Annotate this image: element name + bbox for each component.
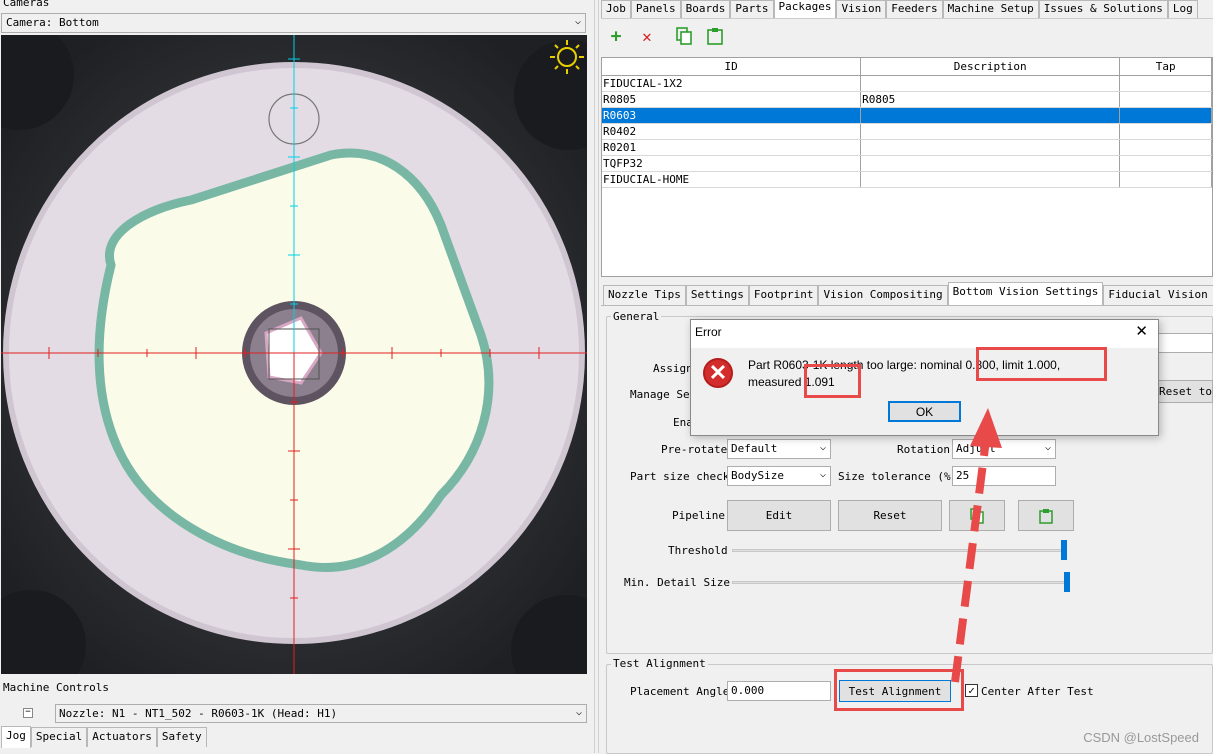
manage-settings-label: Manage Set [630,388,697,401]
nozzle-select-value: Nozzle: N1 - NT1_502 - R0603-1K (Head: H… [59,707,338,720]
test-alignment-title: Test Alignment [611,657,708,670]
tab-jog[interactable]: Jog [1,726,31,748]
tab-safety[interactable]: Safety [156,727,207,747]
reset-to-button[interactable]: Reset to [1155,380,1213,403]
assign-label: Assign [653,362,693,375]
tab-parts[interactable]: Parts [730,0,774,18]
tab-settings[interactable]: Settings [685,285,749,305]
delete-icon[interactable]: ✕ [637,26,657,46]
chevron-down-icon: ⌵ [1044,442,1051,453]
packages-toolbar: + ✕ [601,18,1213,50]
prerotate-label: Pre-rotate [661,443,728,456]
tab-job[interactable]: Job [601,0,631,18]
error-icon: ✕ [703,358,733,388]
tab-special[interactable]: Special [30,727,88,747]
paste-icon [1039,508,1053,524]
cell-description [861,108,1121,123]
chevron-down-icon: ⌵ [575,707,582,718]
pipeline-reset-button[interactable]: Reset [838,500,942,531]
min-detail-size-slider[interactable] [732,581,1067,584]
tab-vision-compositing[interactable]: Vision Compositing [818,285,948,305]
min-detail-size-slider-thumb[interactable] [1064,572,1070,592]
table-row[interactable]: R0402 [602,124,1212,140]
tab-nozzle-tips[interactable]: Nozzle Tips [603,285,686,305]
table-row-selected[interactable]: R0603 [602,108,1212,124]
packages-table: ID Description Tap FIDUCIAL-1X2 R0805 R08… [601,57,1213,277]
table-row[interactable]: FIDUCIAL-HOME [602,172,1212,188]
pipeline-paste-button[interactable] [1018,500,1074,531]
part-size-check-value: BodySize [731,469,784,482]
camera-select-value: Camera: Bottom [6,16,99,29]
placement-angle-field[interactable]: 0.000 [727,681,831,701]
threshold-slider-thumb[interactable] [1060,540,1067,560]
add-icon[interactable]: + [606,26,626,47]
tab-panels[interactable]: Panels [630,0,681,18]
chevron-down-icon: ⌵ [819,469,826,480]
machine-controls-title: Machine Controls [3,681,109,694]
tab-bottom-vision-settings[interactable]: Bottom Vision Settings [947,282,1104,305]
column-header-description[interactable]: Description [861,58,1121,75]
cell-id: FIDUCIAL-HOME [602,172,862,187]
error-dialog: Error ✕ ✕ Part R0603-1K length too large… [690,319,1159,436]
part-size-check-select[interactable]: BodySize ⌵ [727,466,831,486]
cameras-panel-title: Cameras [3,0,50,9]
pipeline-label: Pipeline [672,509,725,522]
close-icon[interactable]: ✕ [1135,322,1148,340]
cell-description [861,156,1121,171]
error-message: Part R0603-1K length too large: nominal … [748,358,1061,389]
threshold-label: Threshold [668,544,728,557]
assign-field[interactable] [1155,333,1213,353]
threshold-slider[interactable] [732,549,1067,552]
table-row[interactable]: R0805 R0805 [602,92,1212,108]
tab-fiducial-vision-settings[interactable]: Fiducial Vision Settings [1103,285,1213,305]
pipeline-edit-button[interactable]: Edit [727,500,831,531]
dialog-body: ✕ Part R0603-1K length too large: nomina… [691,348,1158,435]
cell-description [861,172,1121,187]
table-row[interactable]: TQFP32 [602,156,1212,172]
chevron-down-icon: ⌵ [819,442,826,453]
table-row[interactable]: FIDUCIAL-1X2 [602,76,1212,92]
cell-id: R0805 [602,92,862,107]
copy-icon[interactable] [674,26,694,46]
column-header-tape[interactable]: Tap [1120,58,1212,75]
cell-description [861,124,1121,139]
cell-description [861,140,1121,155]
cell-id: R0603 [602,108,862,123]
dialog-title: Error [695,325,722,339]
brightness-icon[interactable] [548,38,586,76]
table-row[interactable]: R0201 [602,140,1212,156]
paste-icon[interactable] [705,26,725,46]
cell-id: TQFP32 [602,156,862,171]
cell-description [861,76,1121,91]
tab-feeders[interactable]: Feeders [886,0,943,18]
part-size-check-label: Part size check [630,470,730,483]
tab-vision[interactable]: Vision [836,0,887,18]
min-detail-size-label: Min. Detail Size [624,576,730,589]
tab-log[interactable]: Log [1167,0,1198,18]
tab-issues-solutions[interactable]: Issues & Solutions [1038,0,1168,18]
placement-angle-label: Placement Angle [630,685,730,698]
cell-id: R0402 [602,124,862,139]
nozzle-select[interactable]: Nozzle: N1 - NT1_502 - R0603-1K (Head: H… [55,704,587,723]
tab-machine-setup[interactable]: Machine Setup [942,0,1039,18]
camera-image [1,35,587,674]
chevron-down-icon: ⌵ [574,16,581,27]
camera-view[interactable] [1,35,587,674]
column-header-id[interactable]: ID [602,58,862,75]
cell-description: R0805 [861,92,1121,107]
annotation-arrow [951,408,1002,683]
cell-id: R0201 [602,140,862,155]
tab-boards[interactable]: Boards [680,0,731,18]
collapse-icon[interactable]: − [23,708,33,718]
prerotate-value: Default [731,442,778,455]
tab-packages[interactable]: Packages [773,0,837,18]
watermark: CSDN @LostSpeed [1083,730,1199,745]
cell-id: FIDUCIAL-1X2 [602,76,862,91]
prerotate-select[interactable]: Default ⌵ [727,439,831,459]
tab-footprint[interactable]: Footprint [748,285,819,305]
tab-actuators[interactable]: Actuators [87,727,157,747]
camera-select[interactable]: Camera: Bottom ⌵ [1,13,586,33]
split-pane-divider[interactable] [594,0,599,753]
general-group-title: General [611,310,662,323]
